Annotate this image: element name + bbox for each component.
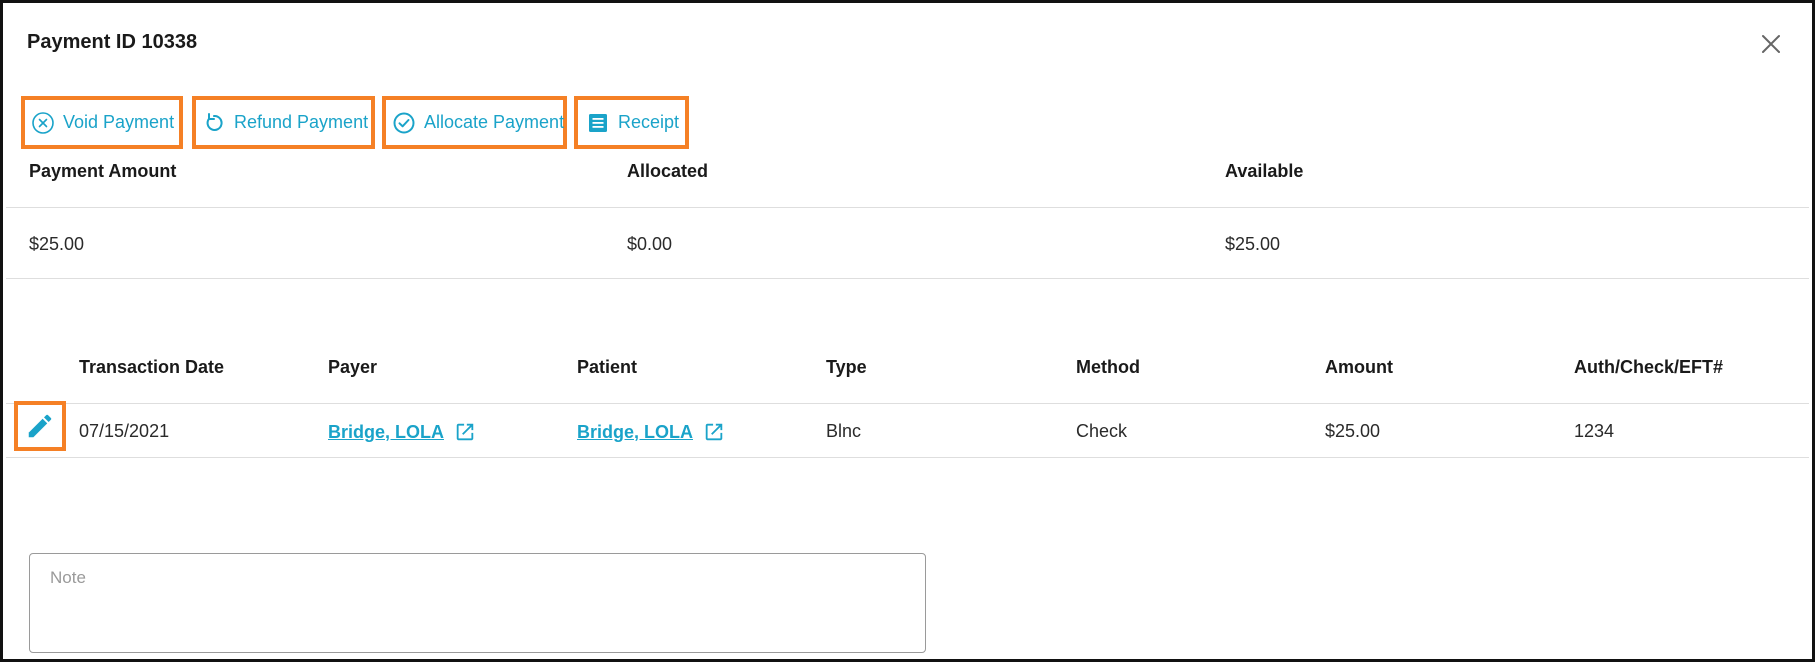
cell-amount: $25.00 <box>1325 421 1380 442</box>
available-header: Available <box>1225 161 1304 181</box>
auth-text: 1234 <box>1574 421 1615 441</box>
cell-auth: 1234 <box>1574 421 1614 442</box>
col-header-transaction-date: Transaction Date <box>79 357 225 377</box>
table-header-divider <box>6 403 1809 404</box>
summary-bottom-divider <box>6 278 1809 279</box>
col-header-auth: Auth/Check/EFT# <box>1574 357 1724 377</box>
receipt-button[interactable]: Receipt <box>574 96 689 149</box>
patient-link[interactable]: Bridge, LOLA <box>577 422 693 443</box>
refund-payment-button[interactable]: Refund Payment <box>192 96 375 149</box>
close-button[interactable] <box>1756 29 1786 59</box>
transaction-date-text: 07/15/2021 <box>79 421 170 441</box>
type-text: Blnc <box>826 421 862 441</box>
amount-text: $25.00 <box>1325 421 1381 441</box>
cell-type: Blnc <box>826 421 861 442</box>
note-field[interactable] <box>29 553 926 653</box>
payer-link[interactable]: Bridge, LOLA <box>328 422 444 443</box>
allocate-payment-button[interactable]: Allocate Payment <box>382 96 567 149</box>
payment-amount-value: $25.00 <box>29 234 85 254</box>
cell-patient: Bridge, LOLA <box>577 421 725 443</box>
check-circle-icon <box>393 112 415 133</box>
cell-transaction-date: 07/15/2021 <box>79 421 169 442</box>
col-header-payer: Payer <box>328 357 378 377</box>
summary-divider <box>6 207 1809 208</box>
external-link-icon[interactable] <box>454 421 476 443</box>
payment-dialog: Payment ID 10338 Void Payment Refund Pay… <box>0 0 1815 662</box>
external-link-icon[interactable] <box>703 421 725 443</box>
allocated-value: $0.00 <box>627 234 673 254</box>
cell-payer: Bridge, LOLA <box>328 421 476 443</box>
void-payment-label: Void Payment <box>63 112 175 132</box>
void-payment-button[interactable]: Void Payment <box>21 96 183 149</box>
col-header-method: Method <box>1076 357 1140 377</box>
dialog-title: Payment ID 10338 <box>27 31 198 53</box>
col-header-type: Type <box>826 357 867 377</box>
table-row-divider <box>6 457 1809 458</box>
refresh-icon <box>206 112 223 131</box>
payment-amount-header: Payment Amount <box>29 161 177 181</box>
available-value: $25.00 <box>1225 234 1281 254</box>
allocated-header: Allocated <box>627 161 709 181</box>
col-header-amount: Amount <box>1325 357 1393 377</box>
method-text: Check <box>1076 421 1128 441</box>
close-icon <box>1762 35 1780 53</box>
allocate-payment-label: Allocate Payment <box>424 112 565 132</box>
receipt-icon <box>589 113 607 132</box>
edit-transaction-button[interactable] <box>14 401 66 451</box>
cell-method: Check <box>1076 421 1127 442</box>
cancel-circle-icon <box>32 111 54 134</box>
receipt-label: Receipt <box>618 112 680 132</box>
pencil-icon <box>28 414 52 438</box>
refund-payment-label: Refund Payment <box>234 112 369 132</box>
col-header-patient: Patient <box>577 357 638 377</box>
